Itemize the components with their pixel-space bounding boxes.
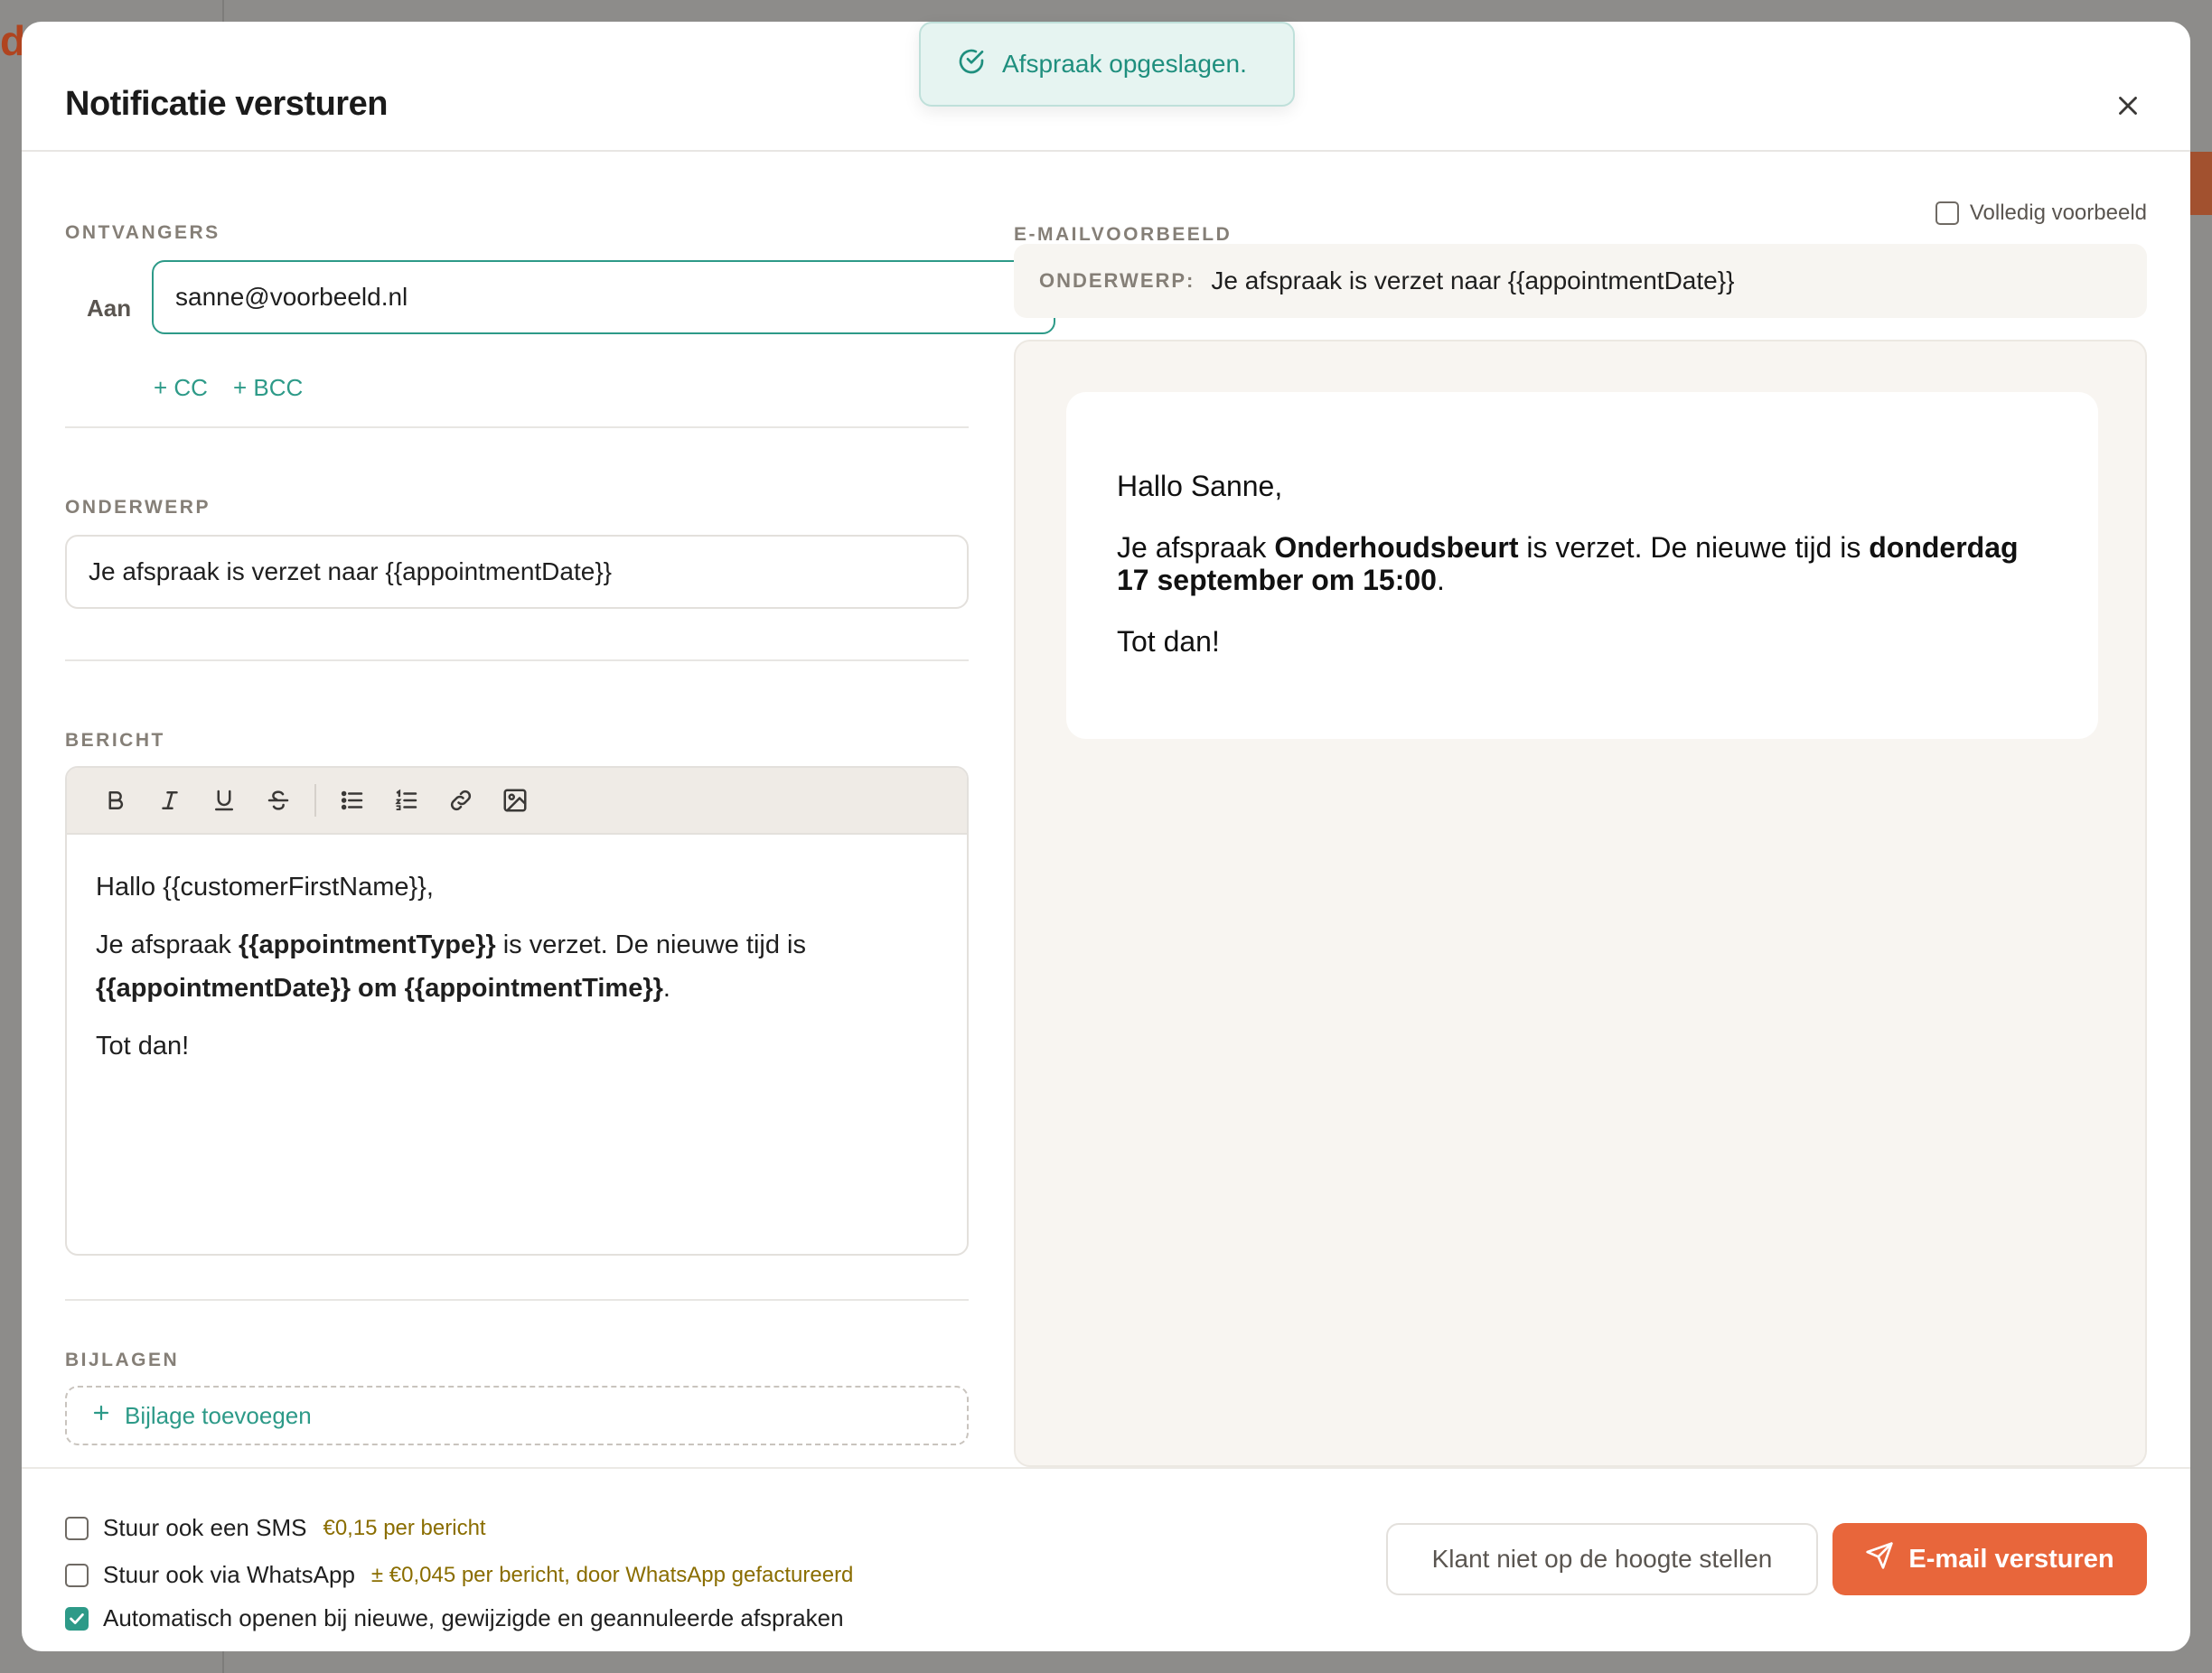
- message-closing: Tot dan!: [96, 1032, 190, 1061]
- preview-subject-value: Je afspraak is verzet naar {{appointment…: [1211, 266, 1735, 294]
- bold-icon[interactable]: [89, 773, 143, 827]
- bullet-list-icon[interactable]: [325, 773, 380, 827]
- message-label: BERICHT: [65, 730, 165, 751]
- link-icon[interactable]: [434, 773, 488, 827]
- full-preview-checkbox[interactable]: [1935, 201, 1959, 225]
- full-preview-label: Volledig voorbeeld: [1969, 201, 2147, 225]
- preview-body: Je afspraak Onderhoudsbeurt is verzet. D…: [1117, 531, 2019, 596]
- sms-option[interactable]: Stuur ook een SMS €0,15 per bericht: [65, 1514, 486, 1542]
- modal-title: Notificatie versturen: [65, 85, 388, 123]
- close-icon[interactable]: [2113, 90, 2143, 121]
- send-icon: [1865, 1541, 1894, 1577]
- notification-modal: Notificatie versturen ONTVANGERS Aan + C…: [22, 22, 2190, 1651]
- plus-icon: [90, 1402, 112, 1430]
- message-body: Je afspraak {{appointmentType}} is verze…: [96, 930, 806, 1003]
- email-preview-card: Hallo Sanne, Je afspraak Onderhoudsbeurt…: [1066, 392, 2098, 739]
- editor-toolbar: [67, 768, 967, 835]
- send-email-button[interactable]: E-mail versturen: [1832, 1523, 2147, 1595]
- auto-open-checkbox[interactable]: [65, 1606, 89, 1631]
- preview-subject-bar: ONDERWERP: Je afspraak is verzet naar {{…: [1014, 244, 2147, 318]
- add-bcc-link[interactable]: + BCC: [233, 374, 303, 402]
- whatsapp-price: ± €0,045 per bericht, door WhatsApp gefa…: [370, 1562, 854, 1587]
- editor-content[interactable]: Hallo {{customerFirstName}}, Je afspraak…: [67, 835, 967, 1113]
- message-greeting: Hallo {{customerFirstName}},: [96, 873, 434, 902]
- add-attachment-button[interactable]: Bijlage toevoegen: [65, 1386, 969, 1445]
- message-editor: Hallo {{customerFirstName}}, Je afspraak…: [65, 766, 969, 1256]
- subject-input[interactable]: [65, 535, 969, 609]
- send-email-label: E-mail versturen: [1908, 1544, 2114, 1574]
- divider: [65, 659, 969, 661]
- to-email-input[interactable]: [152, 260, 1055, 334]
- email-preview-label: E-MAILVOORBEELD: [1014, 224, 1233, 245]
- numbered-list-icon[interactable]: [380, 773, 434, 827]
- sms-label: Stuur ook een SMS: [103, 1514, 307, 1541]
- recipients-label: ONTVANGERS: [65, 222, 220, 243]
- whatsapp-checkbox[interactable]: [65, 1563, 89, 1587]
- toolbar-separator: [314, 784, 316, 817]
- subject-label: ONDERWERP: [65, 497, 211, 518]
- to-label: Aan: [87, 294, 132, 322]
- toast-message: Afspraak opgeslagen.: [1002, 50, 1247, 78]
- sms-checkbox[interactable]: [65, 1516, 89, 1540]
- email-preview-frame: Hallo Sanne, Je afspraak Onderhoudsbeurt…: [1014, 340, 2147, 1467]
- add-cc-link[interactable]: + CC: [154, 374, 208, 402]
- check-circle-icon: [957, 47, 986, 82]
- divider: [65, 426, 969, 428]
- strikethrough-icon[interactable]: [251, 773, 305, 827]
- full-preview-toggle[interactable]: Volledig voorbeeld: [1935, 201, 2147, 226]
- preview-greeting: Hallo Sanne,: [1117, 470, 1283, 502]
- auto-open-label: Automatisch openen bij nieuwe, gewijzigd…: [103, 1604, 844, 1631]
- underline-icon[interactable]: [197, 773, 251, 827]
- preview-subject-label: ONDERWERP:: [1039, 269, 1195, 292]
- add-attachment-label: Bijlage toevoegen: [125, 1401, 312, 1429]
- success-toast: Afspraak opgeslagen.: [919, 22, 1295, 107]
- preview-closing: Tot dan!: [1117, 625, 1220, 658]
- whatsapp-label: Stuur ook via WhatsApp: [103, 1561, 355, 1588]
- auto-open-option[interactable]: Automatisch openen bij nieuwe, gewijzigd…: [65, 1604, 844, 1632]
- sms-price: €0,15 per bericht: [323, 1515, 486, 1540]
- attachments-label: BIJLAGEN: [65, 1350, 180, 1370]
- divider: [65, 1299, 969, 1301]
- image-icon[interactable]: [488, 773, 542, 827]
- whatsapp-option[interactable]: Stuur ook via WhatsApp ± €0,045 per beri…: [65, 1561, 853, 1589]
- skip-notification-button[interactable]: Klant niet op de hoogte stellen: [1386, 1523, 1818, 1595]
- italic-icon[interactable]: [143, 773, 197, 827]
- background-logo: d: [0, 17, 26, 64]
